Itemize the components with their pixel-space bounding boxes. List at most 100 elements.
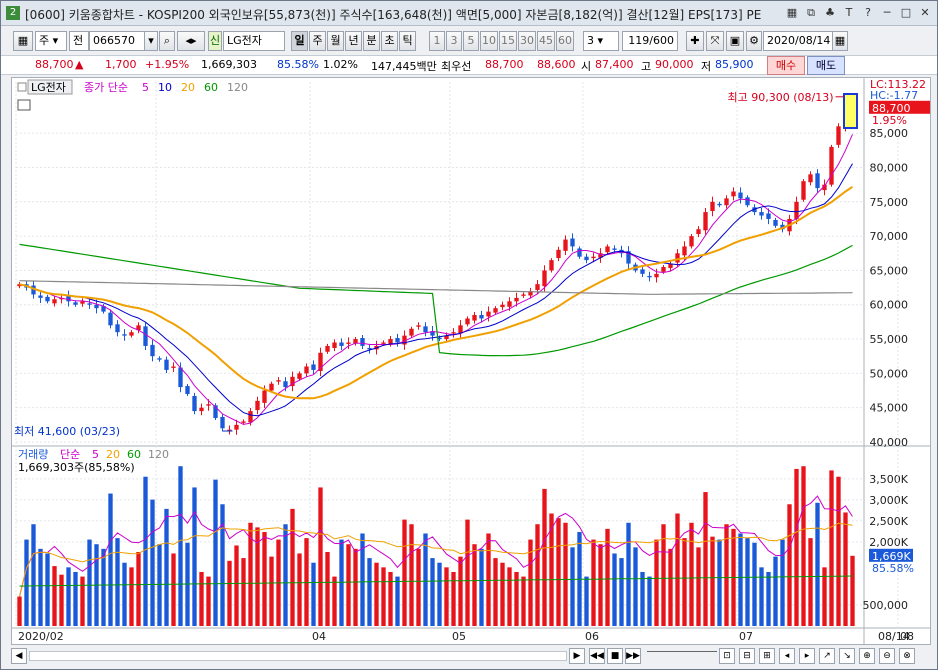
period-button-4[interactable]: 분 — [363, 31, 380, 51]
candle-body — [549, 260, 554, 271]
title-button-3[interactable]: T — [841, 5, 857, 21]
cross-icon[interactable]: ✚ — [686, 31, 704, 51]
volume-bar — [521, 576, 526, 626]
title-button-4[interactable]: ? — [860, 5, 876, 21]
volume-legend-ma-60: 60 — [127, 448, 141, 461]
volume-bar — [31, 524, 36, 626]
period-button-3[interactable]: 년 — [345, 31, 362, 51]
price-tick-label: 55,000 — [870, 333, 909, 346]
candle-body — [73, 302, 78, 305]
period-button-1[interactable]: 주 — [309, 31, 326, 51]
title-button-7[interactable]: ✕ — [917, 5, 933, 21]
interval-button-3[interactable]: 10 — [480, 31, 498, 51]
line-icon[interactable]: ↘ — [839, 648, 855, 664]
candle-body — [640, 269, 645, 274]
volume-bar — [108, 493, 113, 626]
buy-button[interactable]: 매수 — [767, 56, 805, 75]
chevron-down-icon[interactable]: ▾ — [144, 31, 158, 51]
volume-tick-label: 3,000K — [869, 494, 908, 507]
search-icon[interactable]: ⌕ — [159, 31, 175, 51]
volume-bar — [262, 532, 267, 626]
price-tick-label: 70,000 — [870, 230, 909, 243]
interval-button-7[interactable]: 60 — [556, 31, 574, 51]
count-input[interactable]: 119/600 — [622, 31, 678, 51]
candle-body — [493, 308, 498, 313]
volume-bar — [556, 518, 561, 626]
interval-button-0[interactable]: 1 — [429, 31, 445, 51]
interval-button-4[interactable]: 15 — [499, 31, 517, 51]
period-button-5[interactable]: 초 — [381, 31, 398, 51]
market-select[interactable]: 주 ▾ — [35, 31, 67, 51]
volume-bar — [815, 502, 820, 626]
period-button-6[interactable]: 틱 — [399, 31, 416, 51]
range-select[interactable]: 전 — [69, 31, 89, 51]
sound-icon[interactable]: ◂▸ — [177, 31, 205, 51]
title-button-6[interactable]: □ — [898, 5, 914, 21]
candle-body — [738, 192, 743, 199]
title-button-1[interactable]: ⧉ — [803, 5, 819, 21]
change-rate: +1.95% — [145, 58, 190, 71]
candle-body — [87, 303, 92, 305]
candle-body — [535, 284, 540, 290]
reset-icon[interactable]: ⊗ — [899, 648, 915, 664]
low-price: 85,900 — [715, 58, 754, 71]
code-input[interactable]: 066570 — [89, 31, 145, 51]
volume-bar — [850, 555, 855, 626]
rewind-icon[interactable]: ◀◀ — [589, 648, 605, 664]
candle-body — [227, 429, 232, 431]
interval-button-1[interactable]: 3 — [446, 31, 462, 51]
chart-area[interactable]: 85,000 80,000 75,000 70,000 65,000 60,000 55,0… — [11, 77, 931, 645]
title-button-2[interactable]: ♣ — [822, 5, 838, 21]
title-button-0[interactable]: ▦ — [784, 5, 800, 21]
pan-left-icon[interactable]: ◂ — [779, 648, 795, 664]
candle-body — [570, 238, 575, 247]
period-button-0[interactable]: 일 — [291, 31, 308, 51]
price-tick-label: 80,000 — [870, 161, 909, 174]
candle-body — [514, 297, 519, 302]
candle-body — [339, 342, 344, 346]
date-input[interactable]: 2020/08/14 — [763, 31, 833, 51]
title-button-5[interactable]: ─ — [879, 5, 895, 21]
tools-icon[interactable]: ⤧ — [706, 31, 724, 51]
zoom-out-icon[interactable]: ⊖ — [879, 648, 895, 664]
interval-button-5[interactable]: 30 — [518, 31, 536, 51]
interval-button-2[interactable]: 5 — [463, 31, 479, 51]
volume-legend-ma-5: 5 — [92, 448, 99, 461]
volume-bar — [472, 544, 477, 626]
gear-icon[interactable]: ⚙ — [746, 31, 762, 51]
candle-body — [472, 315, 477, 321]
volume-legend-title: 거래량 — [18, 448, 48, 461]
scroll-bar[interactable]: ◀ ▶ ◀◀ ■ ▶▶ ⊡ ⊟ ⊞ ◂ ▸ ↗ ↘ ⊕ ⊖ ⊗ — [11, 647, 931, 665]
scroll-right-icon[interactable]: ▶ — [569, 648, 585, 664]
save-icon[interactable]: ▣ — [726, 31, 744, 51]
pan-right-icon[interactable]: ▸ — [799, 648, 815, 664]
scroll-left-icon[interactable]: ◀ — [11, 648, 27, 664]
stepper-input[interactable]: 3 ▾ — [583, 31, 619, 51]
price-chart[interactable]: 85,000 80,000 75,000 70,000 65,000 60,000 55,0… — [12, 78, 930, 644]
volume-bar — [717, 539, 722, 626]
high-annotation: 최고 90,300 (08/13) — [727, 91, 833, 104]
candle-body — [724, 198, 729, 206]
grid-icon[interactable]: ▦ — [13, 31, 33, 51]
candle-body — [451, 332, 456, 334]
sell-button[interactable]: 매도 — [807, 56, 845, 75]
forward-icon[interactable]: ▶▶ — [625, 648, 641, 664]
candle-body — [766, 213, 771, 219]
draw-icon[interactable]: ↗ — [819, 648, 835, 664]
period-button-2[interactable]: 월 — [327, 31, 344, 51]
fit-icon[interactable]: ⊞ — [759, 648, 775, 664]
candle-body — [283, 381, 288, 388]
stop-icon[interactable]: ■ — [607, 648, 623, 664]
zoom-in-icon[interactable]: ⊕ — [859, 648, 875, 664]
zoom-icon[interactable]: ⊡ — [719, 648, 735, 664]
x-right-label: 08/14 — [878, 630, 910, 643]
step-icon[interactable]: ⊟ — [739, 648, 755, 664]
candle-body — [381, 342, 386, 344]
calendar-icon[interactable]: ▦ — [832, 31, 848, 51]
scroll-track[interactable] — [29, 651, 567, 661]
candle-body — [661, 267, 666, 272]
zoom-slider[interactable] — [647, 651, 717, 661]
volume-bar — [843, 512, 848, 626]
interval-button-6[interactable]: 45 — [537, 31, 555, 51]
volume-bar — [199, 571, 204, 626]
